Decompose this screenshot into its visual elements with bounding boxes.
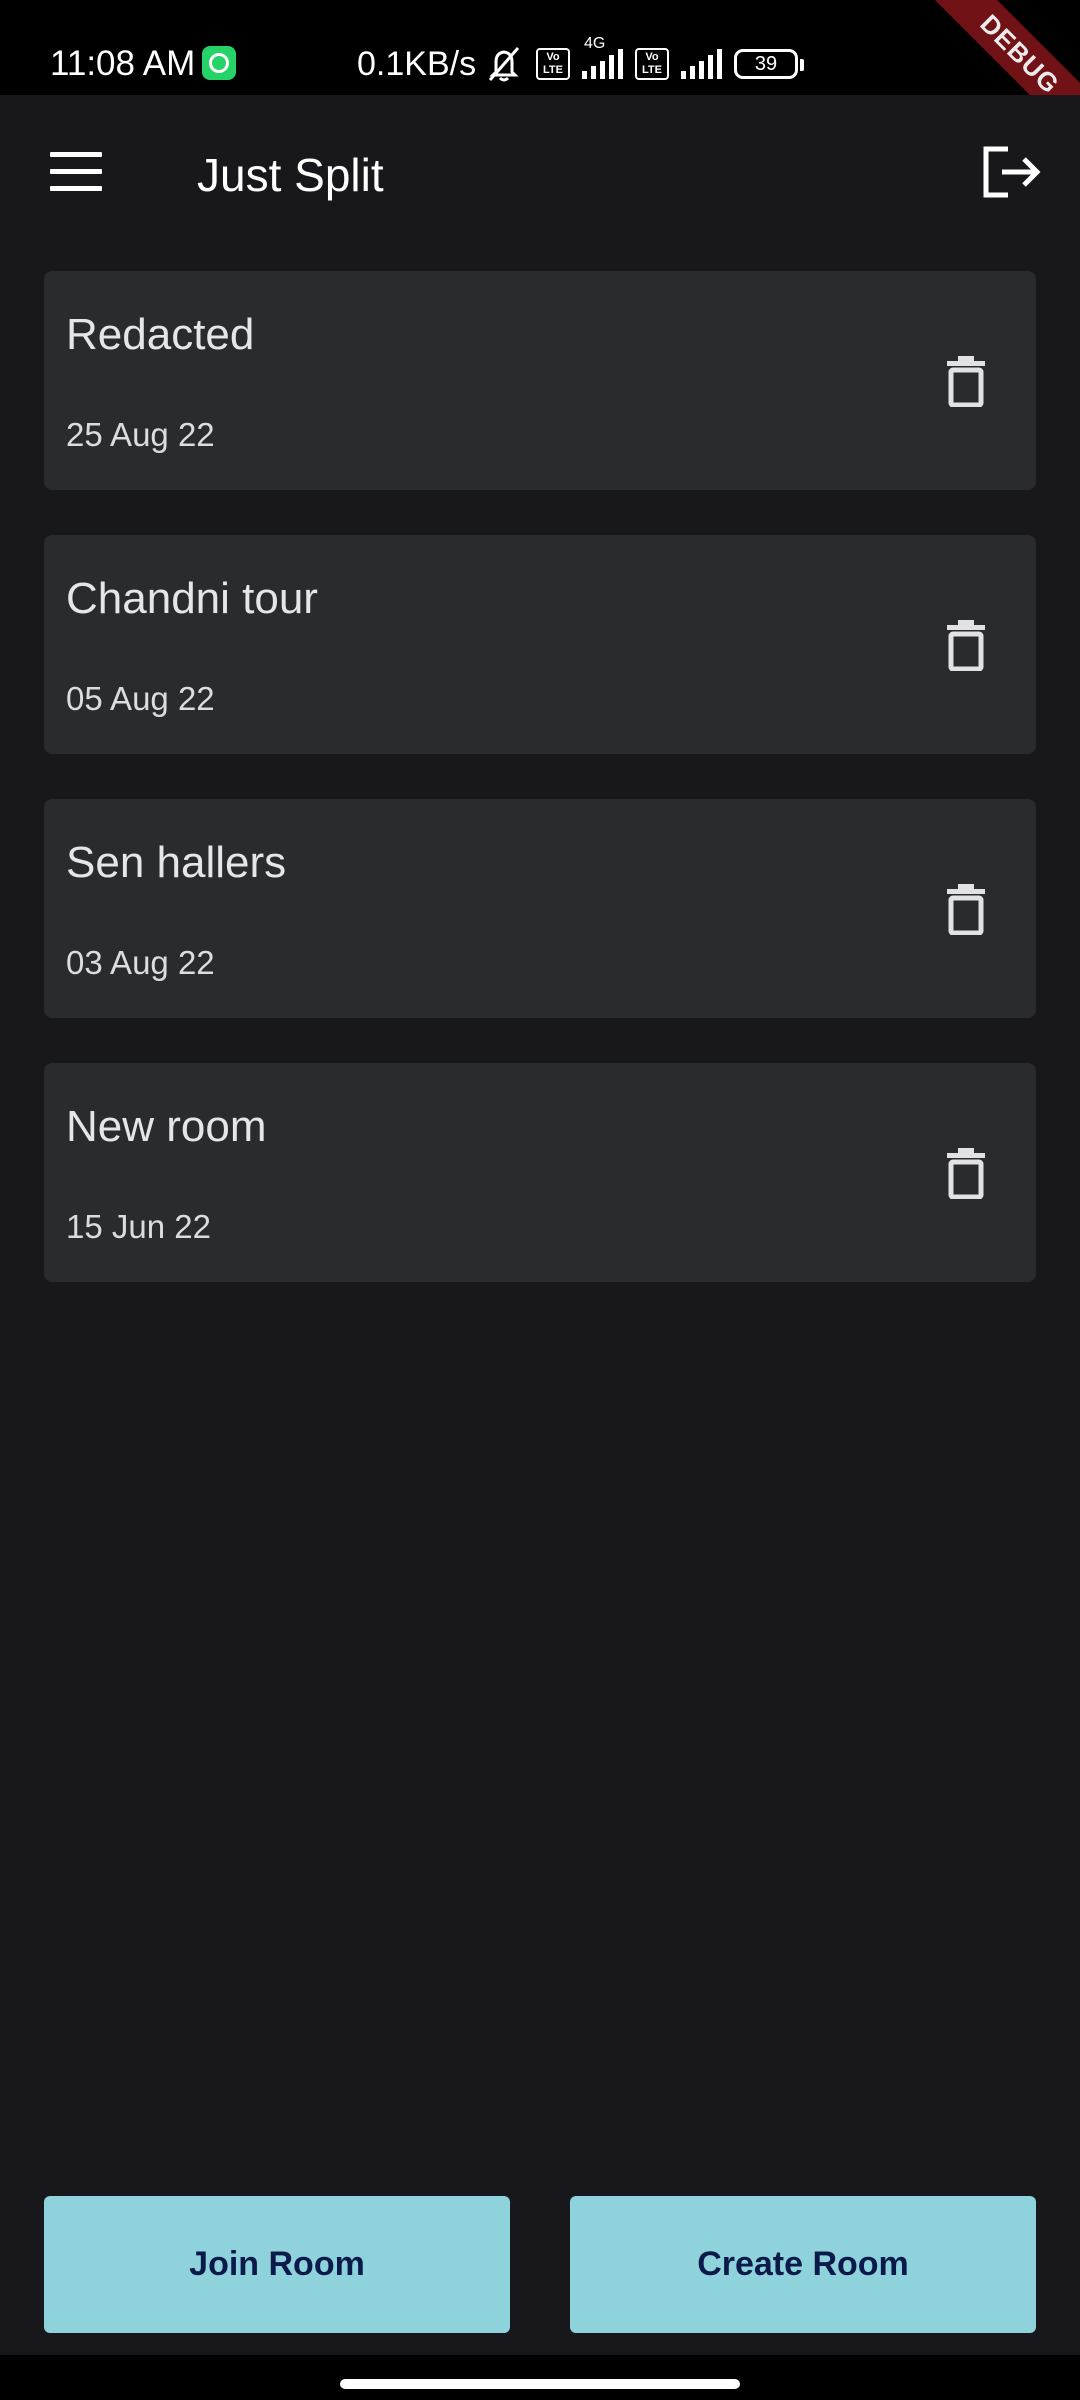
volte-badge-1: Vo LTE: [536, 48, 570, 80]
network-type: 4G: [584, 35, 606, 52]
battery-indicator: 39: [734, 49, 804, 79]
room-list: Redacted 25 Aug 22 Chandni tour 05 Aug 2…: [44, 271, 1036, 1327]
room-name: Chandni tour: [66, 574, 318, 623]
room-date: 03 Aug 22: [66, 944, 215, 981]
delete-icon[interactable]: [946, 883, 986, 935]
delete-icon[interactable]: [946, 619, 986, 671]
room-date: 15 Jun 22: [66, 1208, 211, 1245]
logout-icon[interactable]: [980, 145, 1042, 199]
status-time: 11:08 AM: [50, 44, 196, 83]
signal-bars-1: [582, 49, 623, 79]
room-card[interactable]: Chandni tour 05 Aug 22: [44, 535, 1036, 754]
signal-bars-2: [681, 49, 722, 79]
signal-strength-1: 4G: [582, 35, 623, 79]
room-date: 05 Aug 22: [66, 680, 215, 717]
room-name: Redacted: [66, 310, 255, 359]
delete-icon[interactable]: [946, 355, 986, 407]
page-title: Just Split: [197, 149, 384, 201]
status-bar: 11:08 AM 0.1KB/s Vo LTE 4G Vo LTE 39 DEB…: [0, 0, 1080, 162]
navigation-bar: [0, 2355, 1080, 2400]
room-date: 25 Aug 22: [66, 416, 215, 453]
network-speed: 0.1KB/s: [357, 45, 477, 83]
room-card[interactable]: Redacted 25 Aug 22: [44, 271, 1036, 490]
volte-badge-2: Vo LTE: [635, 48, 669, 80]
room-name: Sen hallers: [66, 838, 287, 887]
whatsapp-icon: [202, 46, 236, 80]
delete-icon[interactable]: [946, 1147, 986, 1199]
home-indicator[interactable]: [340, 2379, 740, 2389]
room-card[interactable]: New room 15 Jun 22: [44, 1063, 1036, 1282]
room-card[interactable]: Sen hallers 03 Aug 22: [44, 799, 1036, 1018]
join-room-button[interactable]: Join Room: [44, 2196, 510, 2333]
status-icons: Vo LTE 4G Vo LTE 39: [484, 35, 804, 84]
create-room-button[interactable]: Create Room: [570, 2196, 1036, 2333]
room-name: New room: [66, 1102, 267, 1151]
app-bar: Just Split: [0, 95, 1080, 250]
menu-icon[interactable]: [50, 152, 102, 192]
mute-icon: [488, 47, 520, 82]
